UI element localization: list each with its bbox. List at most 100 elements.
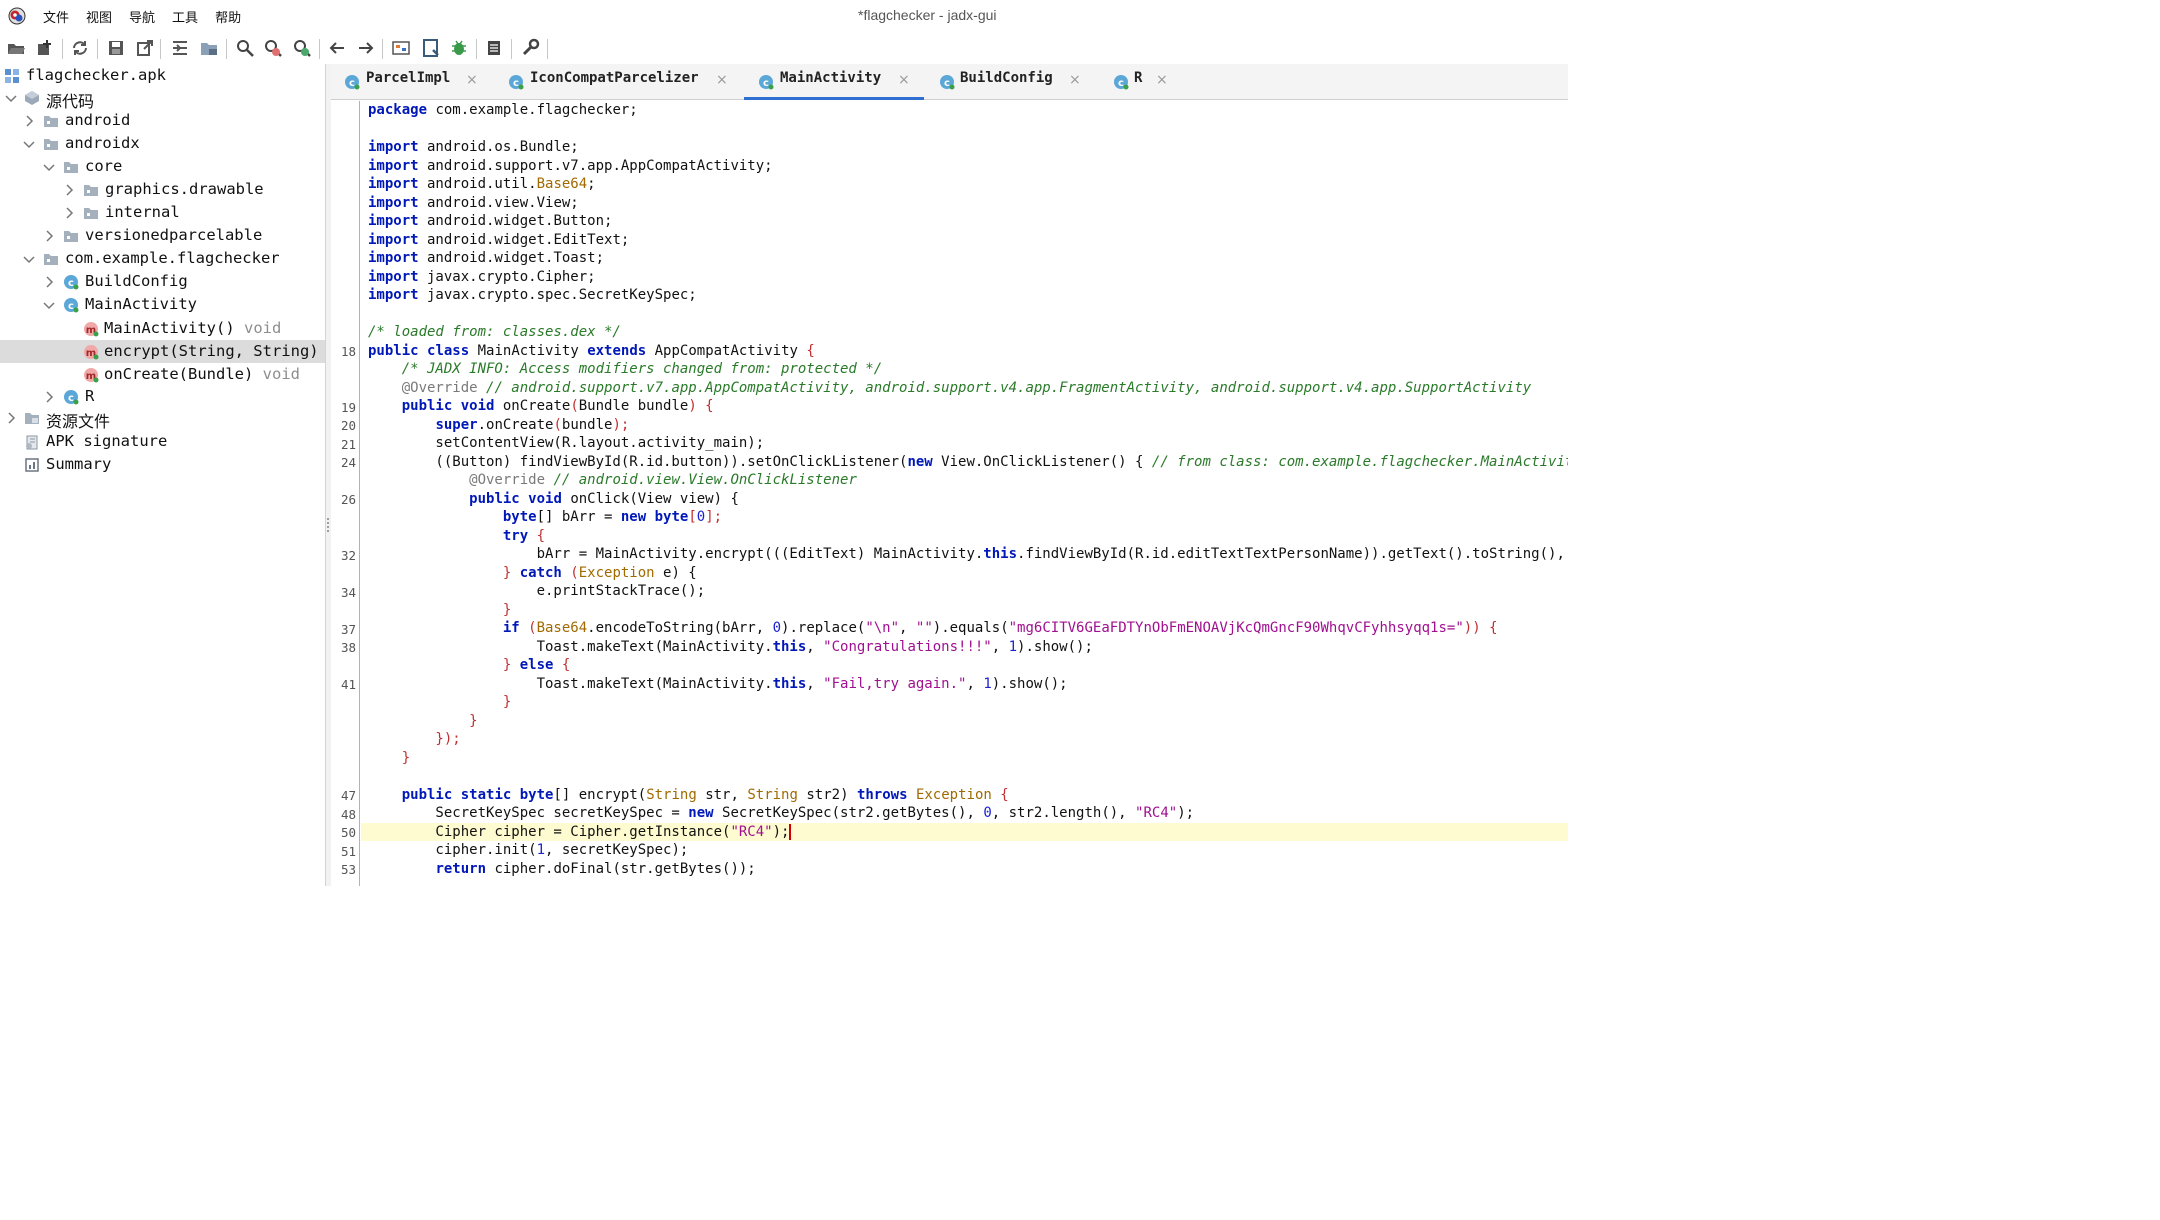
bookmark-icon[interactable] xyxy=(421,38,441,58)
toolbar xyxy=(0,34,1568,64)
tree-item-com-example-flagchecker[interactable]: com.example.flagchecker xyxy=(0,247,325,270)
menu-tools[interactable]: 工具 xyxy=(172,7,198,26)
tree-item-resources[interactable]: 资源文件 xyxy=(0,406,325,431)
resources-icon xyxy=(25,413,39,424)
preferences-icon[interactable] xyxy=(520,38,540,58)
chevron-right-icon[interactable] xyxy=(42,390,56,404)
code-line: import android.os.Bundle; xyxy=(368,139,579,155)
code-area[interactable]: package com.example.flagchecker; import … xyxy=(361,101,1568,886)
splitter-grip-icon[interactable] xyxy=(327,518,329,532)
menu-view[interactable]: 视图 xyxy=(86,7,112,26)
code-line: @Override // android.view.View.OnClickLi… xyxy=(368,472,857,488)
tree-item-android[interactable]: android xyxy=(0,109,325,132)
tree-item-versionedparcelable[interactable]: versionedparcelable xyxy=(0,224,325,247)
forward-icon[interactable] xyxy=(356,38,376,58)
tab-parcelimpl[interactable]: c ParcelImpl × xyxy=(331,64,491,100)
tree-item-label: versionedparcelable xyxy=(85,226,263,244)
signature-icon xyxy=(26,435,38,450)
code-line: super.onCreate(bundle); xyxy=(435,416,630,433)
tab-r[interactable]: c R × xyxy=(1101,64,1171,100)
tree-item-apk-signature[interactable]: APK signature xyxy=(0,430,325,453)
deobfuscation-icon[interactable] xyxy=(391,38,411,58)
find-class-icon[interactable] xyxy=(263,38,283,58)
close-icon[interactable]: × xyxy=(466,72,478,88)
tree-item-r[interactable]: c R xyxy=(0,385,325,408)
code-line: }); xyxy=(368,731,461,747)
tab-label: MainActivity xyxy=(780,70,882,86)
chevron-right-icon[interactable] xyxy=(4,411,18,425)
menu-navigation[interactable]: 导航 xyxy=(129,7,155,26)
chevron-down-icon[interactable] xyxy=(42,298,56,312)
tree-item-summary[interactable]: Summary xyxy=(0,453,325,476)
tab-mainactivity[interactable]: c MainActivity × xyxy=(744,64,924,100)
tree-item-mainactivity[interactable]: c MainActivity xyxy=(0,293,325,316)
class-icon: c xyxy=(759,75,774,90)
tree-item-oncreate[interactable]: m onCreate(Bundle) void xyxy=(0,363,325,386)
tree-item-buildconfig[interactable]: c BuildConfig xyxy=(0,270,325,293)
find-usage-icon[interactable] xyxy=(292,38,312,58)
summary-icon xyxy=(25,458,39,472)
chevron-right-icon[interactable] xyxy=(22,114,36,128)
svg-text:c: c xyxy=(68,301,74,312)
code-editor[interactable]: 18 19 20 21 24 26 32 34 37 38 41 47 48 5… xyxy=(331,101,1568,886)
tree-item-label: Summary xyxy=(46,455,112,473)
tree-item-graphics-drawable[interactable]: graphics.drawable xyxy=(0,178,325,201)
code-line: import android.view.View; xyxy=(368,194,579,211)
svg-text:c: c xyxy=(68,393,74,404)
package-icon xyxy=(64,231,78,242)
search-icon[interactable] xyxy=(235,38,255,58)
tab-label: R xyxy=(1134,70,1143,86)
close-icon[interactable]: × xyxy=(716,72,728,88)
save-all-icon[interactable] xyxy=(106,38,126,58)
chevron-right-icon[interactable] xyxy=(62,206,76,220)
class-icon: c xyxy=(1114,75,1129,90)
log-icon[interactable] xyxy=(484,38,504,58)
menu-file[interactable]: 文件 xyxy=(43,7,69,26)
chevron-right-icon[interactable] xyxy=(62,183,76,197)
tree-item-label: MainActivity xyxy=(85,295,197,313)
chevron-down-icon[interactable] xyxy=(22,137,36,151)
sync-icon[interactable] xyxy=(70,38,90,58)
code-line: public void onClick(View view) { xyxy=(469,490,739,507)
tree-item-apk[interactable]: flagchecker.apk xyxy=(0,64,325,87)
back-icon[interactable] xyxy=(327,38,347,58)
sync-tree-icon[interactable] xyxy=(170,38,190,58)
close-icon[interactable]: × xyxy=(898,72,910,88)
chevron-down-icon[interactable] xyxy=(4,91,18,105)
line-number: 50 xyxy=(340,825,356,840)
project-tree[interactable]: flagchecker.apk 源代码 android androidx cor… xyxy=(0,64,325,886)
tab-buildconfig[interactable]: c BuildConfig × xyxy=(927,64,1095,100)
tree-item-source-code[interactable]: 源代码 xyxy=(0,86,325,111)
toolbar-separator xyxy=(62,39,63,59)
line-number: 47 xyxy=(340,788,356,803)
open-file-icon[interactable] xyxy=(6,38,26,58)
export-icon[interactable] xyxy=(135,38,155,58)
tree-item-internal[interactable]: internal xyxy=(0,201,325,224)
close-icon[interactable]: × xyxy=(1156,72,1168,88)
tree-item-constructor[interactable]: m MainActivity() void xyxy=(0,317,325,340)
menu-help[interactable]: 帮助 xyxy=(215,7,241,26)
tree-item-label: 资源文件 xyxy=(46,412,111,431)
tree-item-encrypt[interactable]: m encrypt(String, String) xyxy=(0,340,325,363)
tab-iconcompatparcelizer[interactable]: c IconCompatParcelizer × xyxy=(496,64,741,100)
add-files-icon[interactable] xyxy=(35,38,55,58)
code-line: try { xyxy=(502,527,546,544)
tree-item-label: internal xyxy=(105,203,180,221)
tree-item-core[interactable]: core xyxy=(0,155,325,178)
chevron-down-icon[interactable] xyxy=(42,160,56,174)
chevron-down-icon[interactable] xyxy=(22,252,36,266)
code-line: @Override // android.support.v7.app.AppC… xyxy=(368,379,1532,396)
line-number: 48 xyxy=(340,807,356,822)
method-icon: m xyxy=(84,368,99,383)
code-line: } xyxy=(368,601,512,618)
tree-item-label: APK signature xyxy=(46,432,168,450)
code-line: import android.widget.Button; xyxy=(368,213,613,229)
tree-item-androidx[interactable]: androidx xyxy=(0,132,325,155)
chevron-right-icon[interactable] xyxy=(42,229,56,243)
toolbar-separator xyxy=(382,39,383,59)
svg-text:c: c xyxy=(763,78,769,89)
debug-icon[interactable] xyxy=(449,38,469,58)
flatten-packages-icon[interactable] xyxy=(199,38,219,58)
chevron-right-icon[interactable] xyxy=(42,275,56,289)
close-icon[interactable]: × xyxy=(1069,72,1081,88)
